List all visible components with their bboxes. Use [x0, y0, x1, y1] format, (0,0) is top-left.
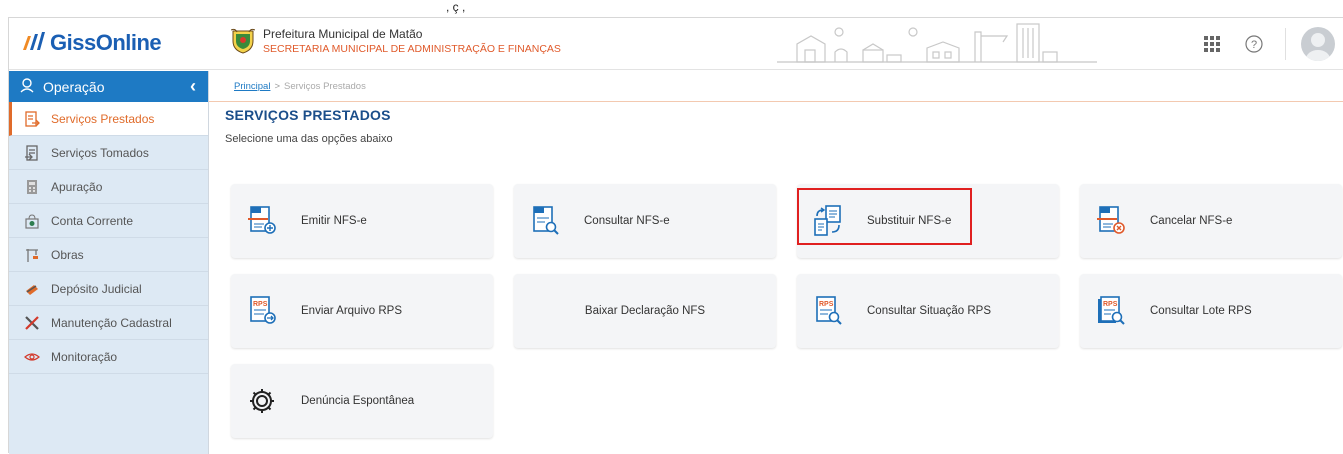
- card-consultar-lote-rps[interactable]: RPS Consultar Lote RPS: [1080, 274, 1342, 348]
- help-icon[interactable]: ?: [1243, 33, 1265, 55]
- sidebar-item-label: Conta Corrente: [51, 213, 134, 228]
- rps-search-icon: RPS: [813, 296, 843, 326]
- page-title: SERVIÇOS PRESTADOS: [225, 107, 391, 123]
- breadcrumb-current: Serviços Prestados: [284, 80, 366, 92]
- svg-text:RPS: RPS: [819, 301, 834, 308]
- gissonline-logo[interactable]: Giss Online: [23, 30, 162, 56]
- sidebar-item-servicos-tomados[interactable]: Serviços Tomados: [9, 136, 208, 170]
- sidebar-item-deposito-judicial[interactable]: Depósito Judicial: [9, 272, 208, 306]
- card-label: Enviar Arquivo RPS: [301, 305, 402, 317]
- svg-text:RPS: RPS: [1103, 301, 1118, 308]
- prefecture-subtitle: SECRETARIA MUNICIPAL DE ADMINISTRAÇÃO E …: [263, 43, 561, 55]
- document-arrow-out-icon: [23, 110, 41, 128]
- card-label: Emitir NFS-e: [301, 215, 367, 227]
- svg-text:?: ?: [1251, 39, 1257, 51]
- app-header: Giss Online Prefeitura Municipal de Matão…: [9, 18, 1343, 70]
- apps-grid-icon[interactable]: [1201, 33, 1223, 55]
- nfse-emit-icon: [247, 206, 277, 236]
- sidebar-item-label: Manutenção Cadastral: [51, 315, 172, 330]
- nfse-cancel-icon: [1096, 206, 1126, 236]
- search-user-icon: [19, 77, 35, 96]
- sidebar-item-manutencao-cadastral[interactable]: Manutenção Cadastral: [9, 306, 208, 340]
- card-label: Denúncia Espontânea: [301, 395, 415, 407]
- breadcrumb-separator: >: [274, 80, 280, 92]
- highlight-box: [797, 188, 972, 245]
- gear-icon: [247, 386, 277, 416]
- breadcrumb-home-link[interactable]: Principal: [234, 81, 270, 92]
- card-consultar-nfse[interactable]: Consultar NFS-e: [514, 184, 776, 258]
- eye-icon: [23, 348, 41, 366]
- cropped-top-strip: , ç ,: [0, 0, 1343, 18]
- sidebar-item-label: Serviços Prestados: [51, 111, 155, 126]
- sidebar-item-label: Serviços Tomados: [51, 145, 149, 160]
- card-denuncia-espontanea[interactable]: Denúncia Espontânea: [231, 364, 493, 438]
- user-avatar[interactable]: [1301, 27, 1335, 61]
- sidebar-item-label: Depósito Judicial: [51, 281, 142, 296]
- document-arrow-in-icon: [23, 144, 41, 162]
- rps-batch-search-icon: RPS: [1096, 296, 1126, 326]
- prefecture-title: Prefeitura Municipal de Matão: [263, 27, 423, 41]
- card-consultar-situacao-rps[interactable]: RPS Consultar Situação RPS: [797, 274, 1059, 348]
- gavel-icon: [23, 280, 41, 298]
- city-illustration: [777, 22, 1097, 68]
- page-subtitle: Selecione uma das opções abaixo: [225, 133, 393, 145]
- header-divider: [1285, 28, 1286, 60]
- sidebar-item-label: Obras: [51, 247, 84, 262]
- card-enviar-arquivo-rps[interactable]: RPS Enviar Arquivo RPS: [231, 274, 493, 348]
- crane-icon: [23, 246, 41, 264]
- logo-text-giss: Giss: [50, 30, 96, 55]
- card-label: Consultar Situação RPS: [867, 305, 992, 317]
- sidebar-item-apuracao[interactable]: Apuração: [9, 170, 208, 204]
- sidebar-header-label: Operação: [43, 78, 105, 95]
- sidebar-item-obras[interactable]: Obras: [9, 238, 208, 272]
- card-cancelar-nfse[interactable]: Cancelar NFS-e: [1080, 184, 1342, 258]
- logo-bars-icon: [23, 30, 45, 56]
- sidebar-item-label: Apuração: [51, 179, 103, 194]
- sidebar: Operação ‹ Serviços Prestados Serviços T…: [9, 71, 209, 454]
- chevron-left-icon[interactable]: ‹: [178, 76, 208, 97]
- card-label: Consultar NFS-e: [584, 215, 670, 227]
- sidebar-item-monitoracao[interactable]: Monitoração: [9, 340, 208, 374]
- sidebar-item-servicos-prestados[interactable]: Serviços Prestados: [9, 102, 208, 136]
- tools-icon: [23, 314, 41, 332]
- sidebar-item-label: Monitoração: [51, 349, 118, 364]
- coat-of-arms-icon: [230, 28, 256, 54]
- card-label: Cancelar NFS-e: [1150, 215, 1233, 227]
- money-bag-icon: [23, 212, 41, 230]
- card-label: Baixar Declaração NFS: [584, 305, 706, 317]
- card-label: Consultar Lote RPS: [1150, 305, 1252, 317]
- rps-send-icon: RPS: [247, 296, 277, 326]
- calculator-icon: [23, 178, 41, 196]
- nfse-search-icon: [530, 206, 560, 236]
- svg-text:RPS: RPS: [253, 301, 268, 308]
- breadcrumb: Principal > Serviços Prestados: [209, 71, 1343, 102]
- sidebar-header-operacao[interactable]: Operação ‹: [9, 71, 208, 102]
- card-baixar-declaracao-nfs[interactable]: Baixar Declaração NFS: [514, 274, 776, 348]
- sidebar-item-conta-corrente[interactable]: Conta Corrente: [9, 204, 208, 238]
- card-emitir-nfse[interactable]: Emitir NFS-e: [231, 184, 493, 258]
- logo-text-online: Online: [95, 30, 162, 55]
- cropped-text: , ç ,: [446, 0, 466, 14]
